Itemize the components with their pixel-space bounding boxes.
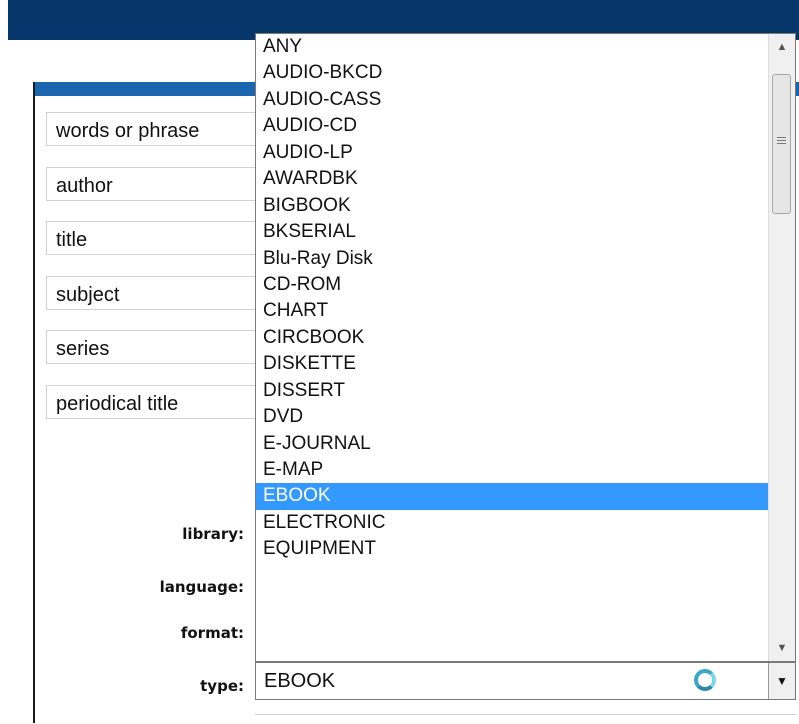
type-option[interactable]: ELECTRONIC <box>256 510 768 536</box>
type-option[interactable]: AUDIO-CD <box>256 113 768 139</box>
words-or-phrase-field[interactable]: words or phrase <box>46 112 258 146</box>
dropdown-scrollbar[interactable]: ▲ ▼ <box>768 34 795 661</box>
type-option[interactable]: E-JOURNAL <box>256 431 768 457</box>
type-select-value: EBOOK <box>264 670 336 692</box>
type-option[interactable]: Blu-Ray Disk <box>256 246 768 272</box>
author-field[interactable]: author <box>46 167 258 201</box>
type-option[interactable]: DISKETTE <box>256 351 768 377</box>
loading-spinner-icon <box>694 669 716 691</box>
type-option[interactable]: CHART <box>256 298 768 324</box>
type-option[interactable]: BIGBOOK <box>256 193 768 219</box>
type-option[interactable]: AUDIO-LP <box>256 140 768 166</box>
type-options: ANY AUDIO-BKCD AUDIO-CASS AUDIO-CD AUDIO-LP A… <box>256 34 768 563</box>
type-option[interactable]: DISSERT <box>256 378 768 404</box>
type-option[interactable]: E-MAP <box>256 457 768 483</box>
grip-icon <box>777 137 786 138</box>
type-label: type: <box>200 677 244 695</box>
type-select[interactable]: EBOOK ▼ <box>255 662 796 700</box>
subject-field[interactable]: subject <box>46 276 258 310</box>
type-option[interactable]: DVD <box>256 404 768 430</box>
chevron-down-icon[interactable]: ▼ <box>769 635 795 661</box>
type-option[interactable]: BKSERIAL <box>256 219 768 245</box>
type-option[interactable]: AWARDBK <box>256 166 768 192</box>
scrollbar-thumb[interactable] <box>772 74 791 214</box>
type-option[interactable]: CD-ROM <box>256 272 768 298</box>
format-label: format: <box>180 624 244 642</box>
type-option[interactable]: AUDIO-CASS <box>256 87 768 113</box>
title-field[interactable]: title <box>46 221 258 255</box>
type-option[interactable]: CIRCBOOK <box>256 325 768 351</box>
chevron-up-icon[interactable]: ▲ <box>769 34 795 60</box>
chevron-down-icon[interactable]: ▼ <box>768 663 795 699</box>
language-label: language: <box>159 578 244 596</box>
type-option[interactable]: ANY <box>256 34 768 60</box>
library-label: library: <box>182 525 244 543</box>
series-field[interactable]: series <box>46 330 258 364</box>
periodical-title-field[interactable]: periodical title <box>46 385 258 419</box>
type-option[interactable]: EQUIPMENT <box>256 536 768 562</box>
type-option[interactable]: EBOOK <box>256 483 768 510</box>
type-option[interactable]: AUDIO-BKCD <box>256 60 768 86</box>
type-dropdown-list[interactable]: ANY AUDIO-BKCD AUDIO-CASS AUDIO-CD AUDIO-LP A… <box>255 33 796 662</box>
